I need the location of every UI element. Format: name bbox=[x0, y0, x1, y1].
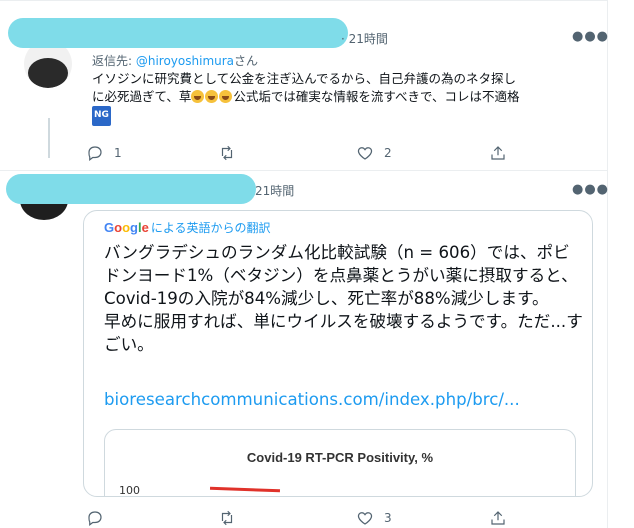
reply-mention-link[interactable]: @hiroyoshimura bbox=[136, 54, 234, 68]
embed-chart-line bbox=[209, 486, 281, 493]
share-button[interactable] bbox=[489, 509, 507, 527]
tweet-text-part2: 公式垢では確実な情報を流すべきで、コレは不適格 bbox=[233, 88, 520, 104]
retweet-button[interactable] bbox=[218, 509, 236, 527]
rofl-emoji-icon bbox=[205, 89, 219, 103]
translation-label[interactable]: による英語からの翻訳 bbox=[151, 221, 271, 235]
rofl-emoji-icon bbox=[191, 89, 205, 103]
redacted-username bbox=[8, 18, 348, 48]
translated-text: バングラデシュのランダム化比較試験（n = 606）では、ポビドンヨード1%（ベ… bbox=[104, 243, 583, 354]
embedded-chart-preview[interactable]: Covid-19 RT-PCR Positivity, % 100 bbox=[104, 429, 576, 497]
tweet-time[interactable]: 21時間 bbox=[255, 182, 294, 199]
avatar-shadow bbox=[28, 58, 68, 88]
article-link[interactable]: bioresearchcommunications.com/index.php/… bbox=[104, 390, 520, 409]
like-button[interactable]: 3 bbox=[356, 509, 392, 527]
tweet-text: イソジンに研究費として公金を注ぎ込んでるから、自己弁護の為のネタ探しに必死過ぎて… bbox=[92, 70, 522, 126]
reply-prefix: 返信先: bbox=[92, 54, 136, 68]
retweet-icon bbox=[221, 145, 233, 161]
reply-count: 1 bbox=[114, 146, 122, 160]
translation-card[interactable]: Google による英語からの翻訳 バングラデシュのランダム化比較試験（n = 6… bbox=[83, 210, 593, 497]
reply-button[interactable]: 1 bbox=[86, 144, 122, 162]
tweet-time[interactable]: · 21時間 bbox=[341, 30, 388, 47]
share-button[interactable] bbox=[489, 144, 507, 162]
embed-chart-title: Covid-19 RT-PCR Positivity, % bbox=[246, 450, 434, 465]
translation-header: Google による英語からの翻訳 bbox=[104, 219, 271, 236]
reply-icon bbox=[88, 511, 102, 526]
retweet-icon bbox=[221, 510, 233, 526]
reply-suffix: さん bbox=[234, 54, 259, 68]
redacted-username bbox=[6, 174, 256, 204]
tweet-divider bbox=[0, 170, 608, 171]
timeline-border bbox=[607, 0, 608, 528]
rofl-emoji-icon bbox=[219, 89, 233, 103]
ng-emoji-badge: NG bbox=[92, 106, 111, 126]
share-icon bbox=[491, 146, 505, 160]
embed-axis-label: 100 bbox=[119, 484, 140, 497]
like-count: 3 bbox=[384, 511, 392, 525]
reply-icon bbox=[88, 146, 102, 161]
share-icon bbox=[491, 511, 505, 525]
like-button[interactable]: 2 bbox=[356, 144, 392, 162]
thread-line bbox=[48, 118, 50, 158]
google-logo: Google bbox=[104, 220, 149, 235]
retweet-button[interactable] bbox=[218, 144, 236, 162]
reply-to-line: 返信先: @hiroyoshimuraさん bbox=[92, 52, 258, 69]
heart-icon bbox=[357, 147, 373, 160]
top-divider bbox=[0, 0, 608, 1]
more-options-icon[interactable]: ●●● bbox=[572, 182, 609, 197]
more-options-icon[interactable]: ●●● bbox=[572, 29, 609, 44]
reply-button[interactable] bbox=[86, 509, 104, 527]
heart-icon bbox=[357, 512, 373, 525]
like-count: 2 bbox=[384, 146, 392, 160]
